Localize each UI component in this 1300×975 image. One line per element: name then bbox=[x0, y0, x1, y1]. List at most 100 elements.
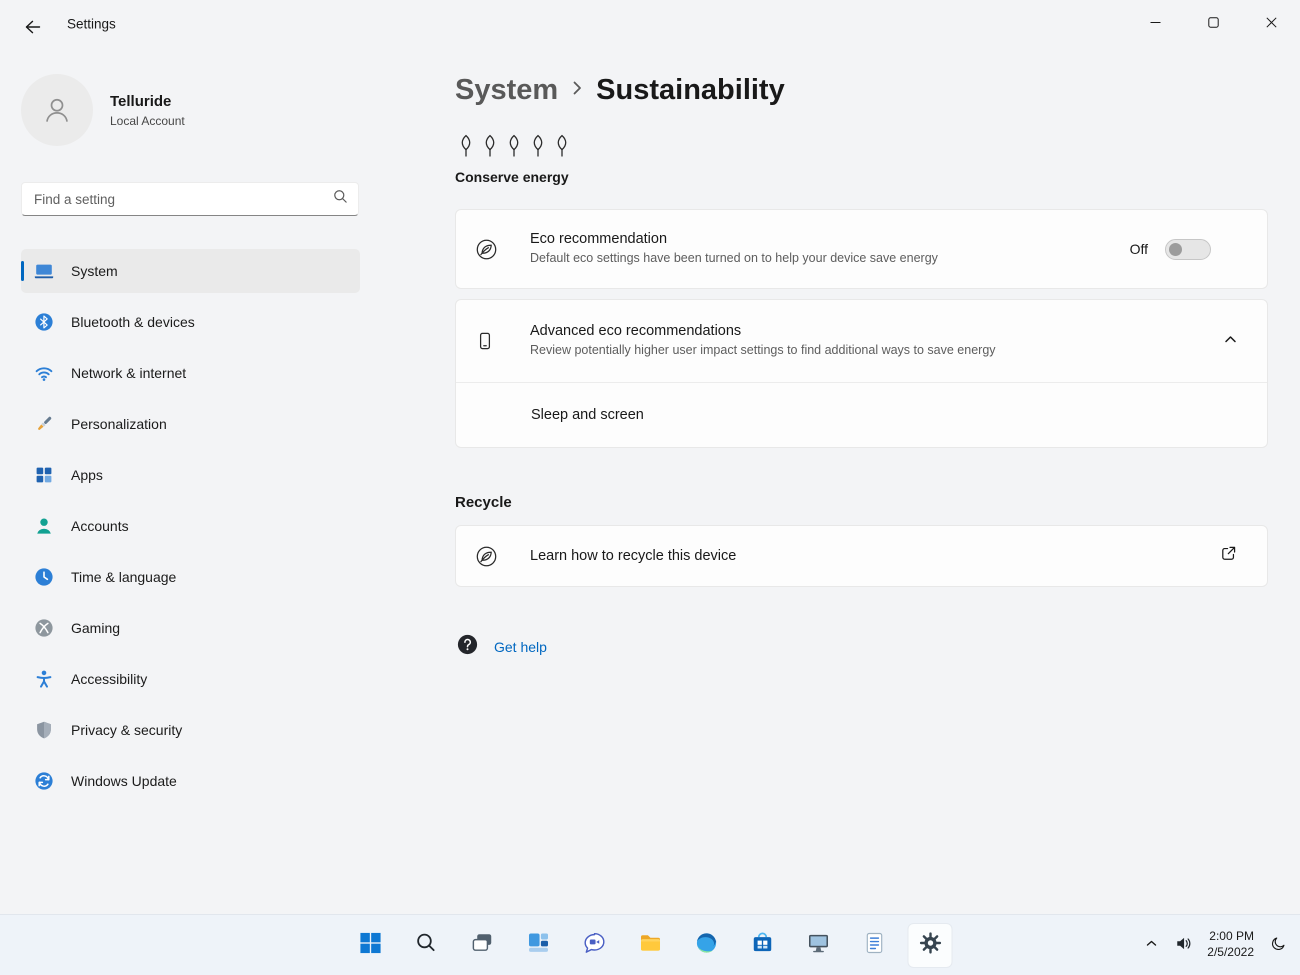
sidebar-item-gaming[interactable]: Gaming bbox=[21, 606, 360, 650]
energy-leaf-rating bbox=[456, 133, 1268, 163]
get-help-icon bbox=[456, 633, 479, 661]
paintbrush-icon bbox=[34, 414, 54, 434]
titlebar: Settings bbox=[0, 0, 1300, 50]
taskbar-task-view-button[interactable] bbox=[460, 923, 505, 968]
sidebar-item-label: Apps bbox=[71, 467, 103, 483]
gear-icon bbox=[918, 931, 942, 960]
sidebar-item-network-internet[interactable]: Network & internet bbox=[21, 351, 360, 395]
moon-icon bbox=[1271, 936, 1286, 954]
speaker-icon bbox=[1175, 935, 1192, 955]
advanced-eco-description: Review potentially higher user impact se… bbox=[530, 343, 996, 358]
sidebar-item-label: Time & language bbox=[71, 569, 177, 585]
bluetooth-icon bbox=[34, 312, 54, 332]
collapse-button[interactable] bbox=[1215, 326, 1245, 356]
taskbar-notepad-button[interactable] bbox=[852, 923, 897, 968]
sidebar-item-label: Accessibility bbox=[71, 671, 148, 687]
update-refresh-icon bbox=[34, 771, 54, 791]
sidebar-item-system[interactable]: System bbox=[21, 249, 360, 293]
search-box bbox=[21, 182, 359, 216]
advanced-eco-header[interactable]: Advanced eco recommendations Review pote… bbox=[456, 300, 1267, 382]
sidebar-item-label: Accounts bbox=[71, 518, 129, 534]
taskbar-search-button[interactable] bbox=[404, 923, 449, 968]
taskbar-start-button[interactable] bbox=[348, 923, 393, 968]
sidebar-item-bluetooth-devices[interactable]: Bluetooth & devices bbox=[21, 300, 360, 344]
widgets-icon bbox=[526, 931, 550, 960]
edge-browser-icon bbox=[694, 931, 718, 960]
leaf-icon bbox=[552, 133, 572, 163]
tray-time: 2:00 PM bbox=[1209, 929, 1254, 944]
sidebar: Telluride Local Account System Bluetooth… bbox=[0, 50, 380, 915]
recycle-link-row[interactable]: Learn how to recycle this device bbox=[456, 526, 1267, 586]
eco-recommendation-title: Eco recommendation bbox=[530, 231, 668, 248]
monitor-app-icon bbox=[806, 931, 830, 960]
volume-button[interactable] bbox=[1169, 925, 1197, 965]
apps-grid-icon bbox=[34, 465, 54, 485]
sidebar-item-label: Network & internet bbox=[71, 365, 187, 381]
toggle-state-label: Off bbox=[1129, 241, 1148, 257]
taskbar-chat-button[interactable] bbox=[572, 923, 617, 968]
chevron-up-icon bbox=[1223, 332, 1238, 350]
sidebar-item-label: Personalization bbox=[71, 416, 167, 432]
xbox-icon bbox=[34, 618, 54, 638]
sidebar-item-personalization[interactable]: Personalization bbox=[21, 402, 360, 446]
eco-recommendation-description: Default eco settings have been turned on… bbox=[530, 251, 938, 266]
device-icon bbox=[475, 331, 509, 351]
recycle-heading: Recycle bbox=[455, 494, 512, 511]
sidebar-item-apps[interactable]: Apps bbox=[21, 453, 360, 497]
chevron-up-icon bbox=[1145, 937, 1158, 953]
close-button[interactable] bbox=[1242, 0, 1300, 46]
task-view-icon bbox=[470, 931, 494, 960]
sleep-and-screen-row[interactable]: Sleep and screen bbox=[456, 383, 1267, 447]
tray-date: 2/5/2022 bbox=[1207, 945, 1254, 959]
advanced-eco-title: Advanced eco recommendations bbox=[530, 323, 742, 340]
person-icon bbox=[34, 516, 54, 536]
page-title: Sustainability bbox=[596, 74, 785, 106]
taskbar-file-explorer-button[interactable] bbox=[628, 923, 673, 968]
taskbar-store-button[interactable] bbox=[740, 923, 785, 968]
sidebar-item-privacy-security[interactable]: Privacy & security bbox=[21, 708, 360, 752]
account-button[interactable]: Telluride Local Account bbox=[21, 74, 364, 146]
sleep-and-screen-label: Sleep and screen bbox=[531, 407, 644, 423]
recycle-link-label: Learn how to recycle this device bbox=[530, 548, 737, 564]
eco-recommendation-toggle[interactable] bbox=[1165, 238, 1211, 260]
clock[interactable]: 2:00 PM 2/5/2022 bbox=[1201, 929, 1260, 960]
advanced-eco-card: Advanced eco recommendations Review pote… bbox=[455, 299, 1268, 448]
sidebar-item-label: Gaming bbox=[71, 620, 121, 636]
store-bag-icon bbox=[750, 931, 774, 960]
window-title: Settings bbox=[67, 16, 116, 32]
taskbar-widgets-button[interactable] bbox=[516, 923, 561, 968]
minimize-button[interactable] bbox=[1126, 0, 1184, 46]
leaf-icon bbox=[456, 133, 476, 163]
sidebar-item-accessibility[interactable]: Accessibility bbox=[21, 657, 360, 701]
breadcrumb: System Sustainability bbox=[455, 74, 1268, 107]
back-arrow-icon bbox=[24, 19, 41, 38]
settings-window: Settings Telluride Local Account Find a … bbox=[0, 0, 1300, 975]
breadcrumb-system[interactable]: System bbox=[455, 74, 558, 107]
taskbar: 2:00 PM 2/5/2022 bbox=[0, 914, 1300, 975]
eco-leaf-globe-icon bbox=[475, 238, 509, 261]
do-not-disturb-button[interactable] bbox=[1264, 925, 1292, 965]
tray-overflow-button[interactable] bbox=[1137, 925, 1165, 965]
system-icon bbox=[34, 261, 54, 281]
sidebar-nav: System Bluetooth & devices Network & int… bbox=[21, 249, 360, 803]
search-input[interactable] bbox=[34, 191, 333, 207]
sidebar-item-label: Bluetooth & devices bbox=[71, 314, 195, 330]
taskbar-settings-button[interactable] bbox=[907, 922, 953, 968]
recycle-card: Learn how to recycle this device bbox=[455, 525, 1268, 587]
sidebar-item-time-language[interactable]: Time & language bbox=[21, 555, 360, 599]
search-icon bbox=[415, 931, 438, 959]
maximize-button[interactable] bbox=[1184, 0, 1242, 46]
get-help-link[interactable]: Get help bbox=[494, 639, 547, 655]
accessibility-person-icon bbox=[34, 669, 54, 689]
sidebar-item-label: Windows Update bbox=[71, 773, 177, 789]
taskbar-edge-button[interactable] bbox=[684, 923, 729, 968]
taskbar-monitor-app-button[interactable] bbox=[796, 923, 841, 968]
eco-recommendation-card: Eco recommendation Default eco settings … bbox=[455, 209, 1268, 289]
sidebar-item-label: Privacy & security bbox=[71, 722, 183, 738]
get-help-row: Get help bbox=[456, 633, 1268, 661]
sidebar-item-accounts[interactable]: Accounts bbox=[21, 504, 360, 548]
sidebar-item-windows-update[interactable]: Windows Update bbox=[21, 759, 360, 803]
window-controls bbox=[1126, 0, 1300, 46]
eco-leaf-globe-icon bbox=[475, 545, 509, 568]
back-button[interactable] bbox=[14, 14, 50, 42]
